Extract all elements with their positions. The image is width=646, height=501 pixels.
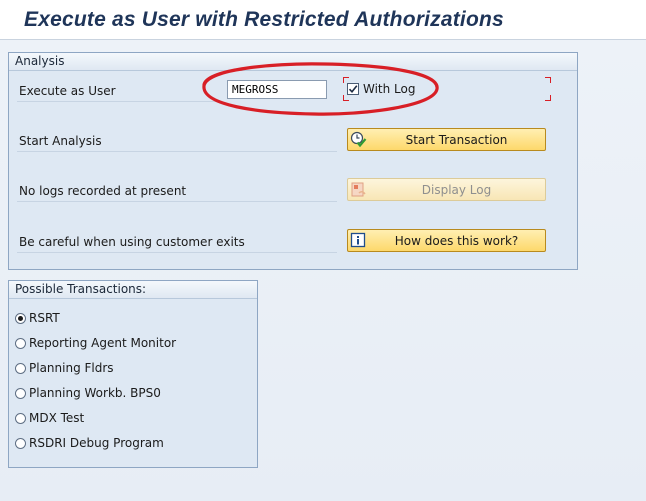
how-does-this-work-button[interactable]: How does this work? (347, 229, 546, 252)
page-title: Execute as User with Restricted Authoriz… (24, 8, 504, 31)
row-divider (17, 201, 337, 202)
title-bar: Execute as User with Restricted Authoriz… (0, 0, 646, 40)
row-divider (17, 252, 337, 253)
focus-corner-icon (343, 95, 349, 101)
possible-transactions-group: Possible Transactions: RSRT Reporting Ag… (8, 280, 258, 468)
radio-selected-dot (18, 316, 23, 321)
radio-button[interactable] (15, 313, 26, 324)
radio-button[interactable] (15, 413, 26, 424)
radio-label: RSDRI Debug Program (29, 436, 164, 450)
how-does-this-work-label: How does this work? (394, 234, 519, 248)
user-input[interactable] (227, 80, 327, 99)
with-log-label: With Log (363, 82, 416, 96)
customer-exits-label: Be careful when using customer exits (19, 235, 245, 249)
execute-as-user-label: Execute as User (19, 84, 116, 98)
radio-button[interactable] (15, 363, 26, 374)
clock-check-icon (350, 131, 367, 148)
display-log-label: Display Log (421, 183, 492, 197)
start-transaction-label: Start Transaction (405, 133, 508, 147)
display-log-button[interactable]: Display Log (347, 178, 546, 201)
checkmark-icon (348, 85, 358, 94)
radio-label: MDX Test (29, 411, 85, 425)
row-divider (17, 151, 337, 152)
no-logs-label: No logs recorded at present (19, 184, 187, 198)
start-analysis-label: Start Analysis (19, 134, 102, 148)
radio-button[interactable] (15, 438, 26, 449)
focus-corner-icon (545, 77, 551, 83)
radio-button[interactable] (15, 338, 26, 349)
possible-transactions-header: Possible Transactions: (9, 281, 257, 299)
radio-label: Planning Workb. BPS0 (29, 386, 161, 400)
focus-corner-icon (343, 77, 349, 83)
info-icon (350, 232, 366, 248)
radio-button[interactable] (15, 388, 26, 399)
log-icon (351, 182, 366, 197)
start-transaction-button[interactable]: Start Transaction (347, 128, 546, 151)
radio-label: RSRT (29, 311, 60, 325)
row-divider (17, 101, 221, 102)
analysis-group: Analysis Execute as User With Log Start … (8, 52, 578, 270)
radio-label: Reporting Agent Monitor (29, 336, 177, 350)
analysis-header: Analysis (9, 53, 577, 71)
checkbox-box[interactable] (347, 83, 359, 95)
focus-corner-icon (545, 95, 551, 101)
radio-label: Planning Fldrs (29, 361, 114, 375)
